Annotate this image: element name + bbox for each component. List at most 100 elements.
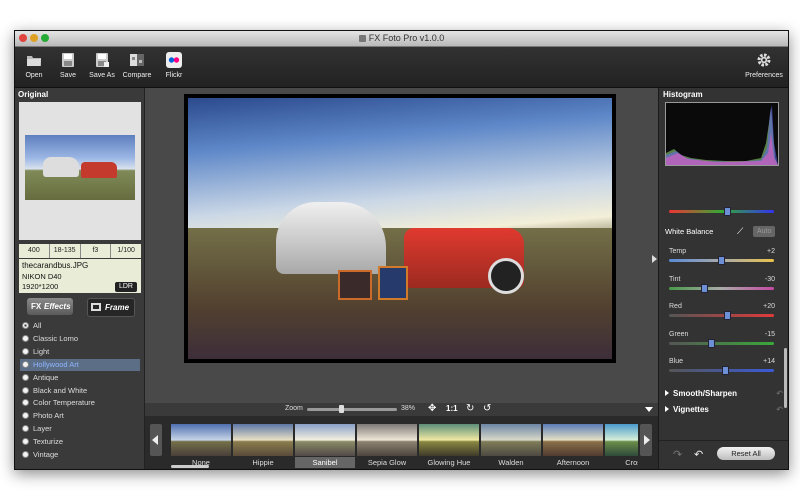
zoom-slider-knob[interactable] [339,405,345,413]
preferences-button[interactable]: Preferences [743,49,785,79]
effect-item[interactable]: Layer [20,423,140,435]
flickr-label: Flickr [165,72,183,79]
main-photo [184,94,616,363]
app-icon [358,35,366,42]
vignettes-section[interactable]: Vignettes ↶ [665,405,783,417]
image-resolution: 1920*1200 [22,282,59,291]
original-preview-image [25,135,135,200]
histogram-range-knob[interactable] [724,207,731,216]
strip-left-arrow[interactable] [150,424,162,456]
radio-button[interactable] [22,386,29,394]
left-panel: Original 400 18-135 f3 1/100 thecarandbu… [15,88,145,469]
slider-knob[interactable] [724,311,731,320]
actual-size-button[interactable]: 1:1 [446,404,458,413]
slider-track[interactable] [669,311,774,320]
compare-button[interactable]: Compare [121,49,153,79]
eyedropper-icon[interactable]: ⟋ [737,226,743,237]
effect-thumbnail[interactable]: Walden [481,424,541,468]
effect-item[interactable]: Classic Lomo [20,333,140,345]
tab-frame[interactable]: Frame [87,298,135,317]
effect-label: Classic Lomo [33,333,79,343]
folder-icon [27,56,41,66]
effect-item[interactable]: Color Temperature [20,397,140,409]
zoom-slider[interactable] [307,405,397,413]
effect-label: All [33,321,42,330]
fit-icon[interactable]: ✥ [428,403,436,414]
strip-right-arrow[interactable] [640,424,652,456]
save-icon [62,53,74,67]
slider-track[interactable] [669,283,774,293]
slider-track[interactable] [669,256,774,265]
slider-label: Blue [669,358,684,365]
smooth-sharpen-section[interactable]: Smooth/Sharpen ↶ [665,389,783,401]
effect-label: Black and White [33,385,88,395]
center-canvas: Zoom 38% ✥ 1:1 ↻ ↺ None Hippie Sanibel Sepi… [145,88,658,469]
effect-label: Light [33,346,50,356]
thumbnail-image [419,424,479,456]
effect-label: Hollywood Art [33,359,79,369]
save-button[interactable]: Save [55,49,81,79]
slider-knob[interactable] [708,338,715,348]
slider-label: Red [669,303,682,310]
effect-item[interactable]: Vintage [20,449,140,461]
tab-effects[interactable]: FX Effects [27,298,73,315]
reset-all-button[interactable]: Reset All [717,447,775,460]
effect-item[interactable]: Light [20,346,140,358]
file-name: thecarandbus.JPG [22,261,89,270]
slider-knob[interactable] [722,366,729,375]
rotate-left-icon[interactable]: ↻ [466,403,474,414]
compare-label: Compare [122,72,152,79]
thumbnail-image [605,424,638,456]
effect-item[interactable]: Antique [20,372,140,384]
effect-item[interactable]: Black and White [20,385,140,397]
slider-track[interactable] [669,366,774,375]
reset-smooth-icon[interactable]: ↶ [776,389,783,398]
save-as-button[interactable]: Save As [87,49,117,79]
chevron-right-icon [665,390,669,396]
effect-thumbnail[interactable]: Cross [605,424,638,468]
flickr-button[interactable]: Flickr [161,49,187,79]
thumbnail-caption: Hippie [252,458,274,467]
histogram-range-slider[interactable] [669,207,774,216]
effect-item[interactable]: All [20,320,140,332]
toolbar: Open Save Save As Compare Flickr Prefere… [15,47,788,88]
radio-button[interactable] [22,425,29,433]
effect-thumbnail[interactable]: Hippie [233,424,293,468]
effect-thumbnail[interactable]: Glowing Hue [419,424,479,468]
effect-thumbnail[interactable]: Afternoon [543,424,603,468]
slider-track[interactable] [669,338,774,348]
effect-item[interactable]: Photo Art [20,410,140,422]
effect-thumbnail[interactable]: Sanibel [295,424,355,468]
effect-thumbnail[interactable]: None [171,424,231,468]
panel-scrollbar[interactable] [784,348,787,408]
radio-button[interactable] [22,322,29,329]
radio-button[interactable] [22,451,29,458]
thumbnail-caption: Glowing Hue [427,458,471,467]
radio-button[interactable] [22,412,29,420]
effect-thumbnail[interactable]: Sepia Glow [357,424,417,468]
effect-item[interactable]: Hollywood Art [20,358,140,371]
slider-knob[interactable] [701,283,708,293]
right-collapse-arrow[interactable] [652,255,657,263]
ldr-badge: LDR [114,282,137,292]
radio-button[interactable] [22,399,29,407]
open-button[interactable]: Open [21,49,47,79]
histogram [665,102,779,166]
radio-button[interactable] [22,360,29,368]
slider-label: Green [669,330,689,338]
radio-button[interactable] [22,347,29,355]
slider-knob[interactable] [718,256,725,265]
radio-button[interactable] [22,373,29,381]
auto-button[interactable]: Auto [753,226,776,237]
radio-button[interactable] [22,438,29,446]
redo-icon[interactable]: ↷ [673,448,682,461]
thumbnail-image [233,424,293,456]
rotate-right-icon[interactable]: ↺ [483,403,491,414]
shutter-value: 1/100 [111,244,141,258]
reset-vignettes-icon[interactable]: ↶ [776,405,783,414]
effect-item[interactable]: Texturize [20,436,140,448]
strip-toggle-icon[interactable] [645,407,653,412]
radio-button[interactable] [22,334,29,342]
slider-value: -30 [764,275,775,283]
undo-icon[interactable]: ↶ [694,448,703,461]
